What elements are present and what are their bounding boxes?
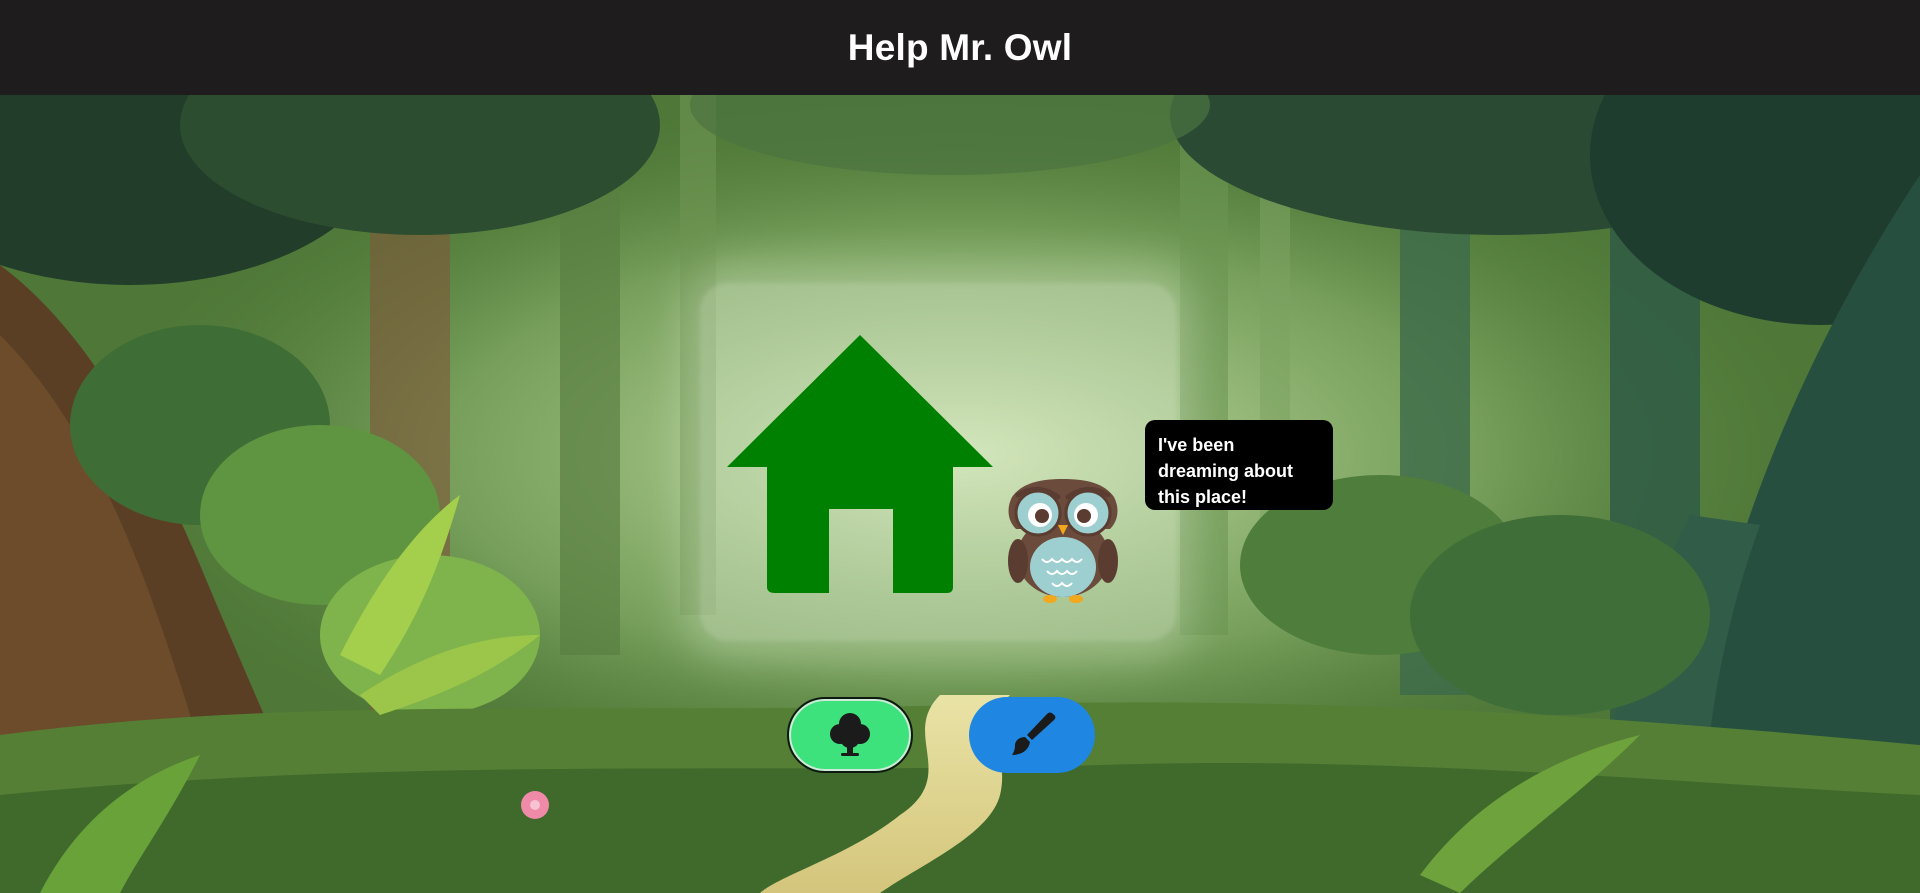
paintbrush-icon [1012, 712, 1056, 755]
speech-text: I've been dreaming about this place! [1158, 435, 1294, 507]
speech-bubble: I've been dreaming about this place! [1145, 420, 1333, 510]
tree-button[interactable] [787, 697, 913, 773]
header-bar: Help Mr. Owl [0, 0, 1920, 95]
paintbrush-button[interactable] [969, 697, 1095, 773]
forest-scene: I've been dreaming about this place! [0, 95, 1920, 893]
owl-icon [1008, 479, 1118, 603]
house-icon [727, 335, 993, 593]
page-title: Help Mr. Owl [847, 26, 1073, 68]
tree-icon [830, 713, 870, 756]
